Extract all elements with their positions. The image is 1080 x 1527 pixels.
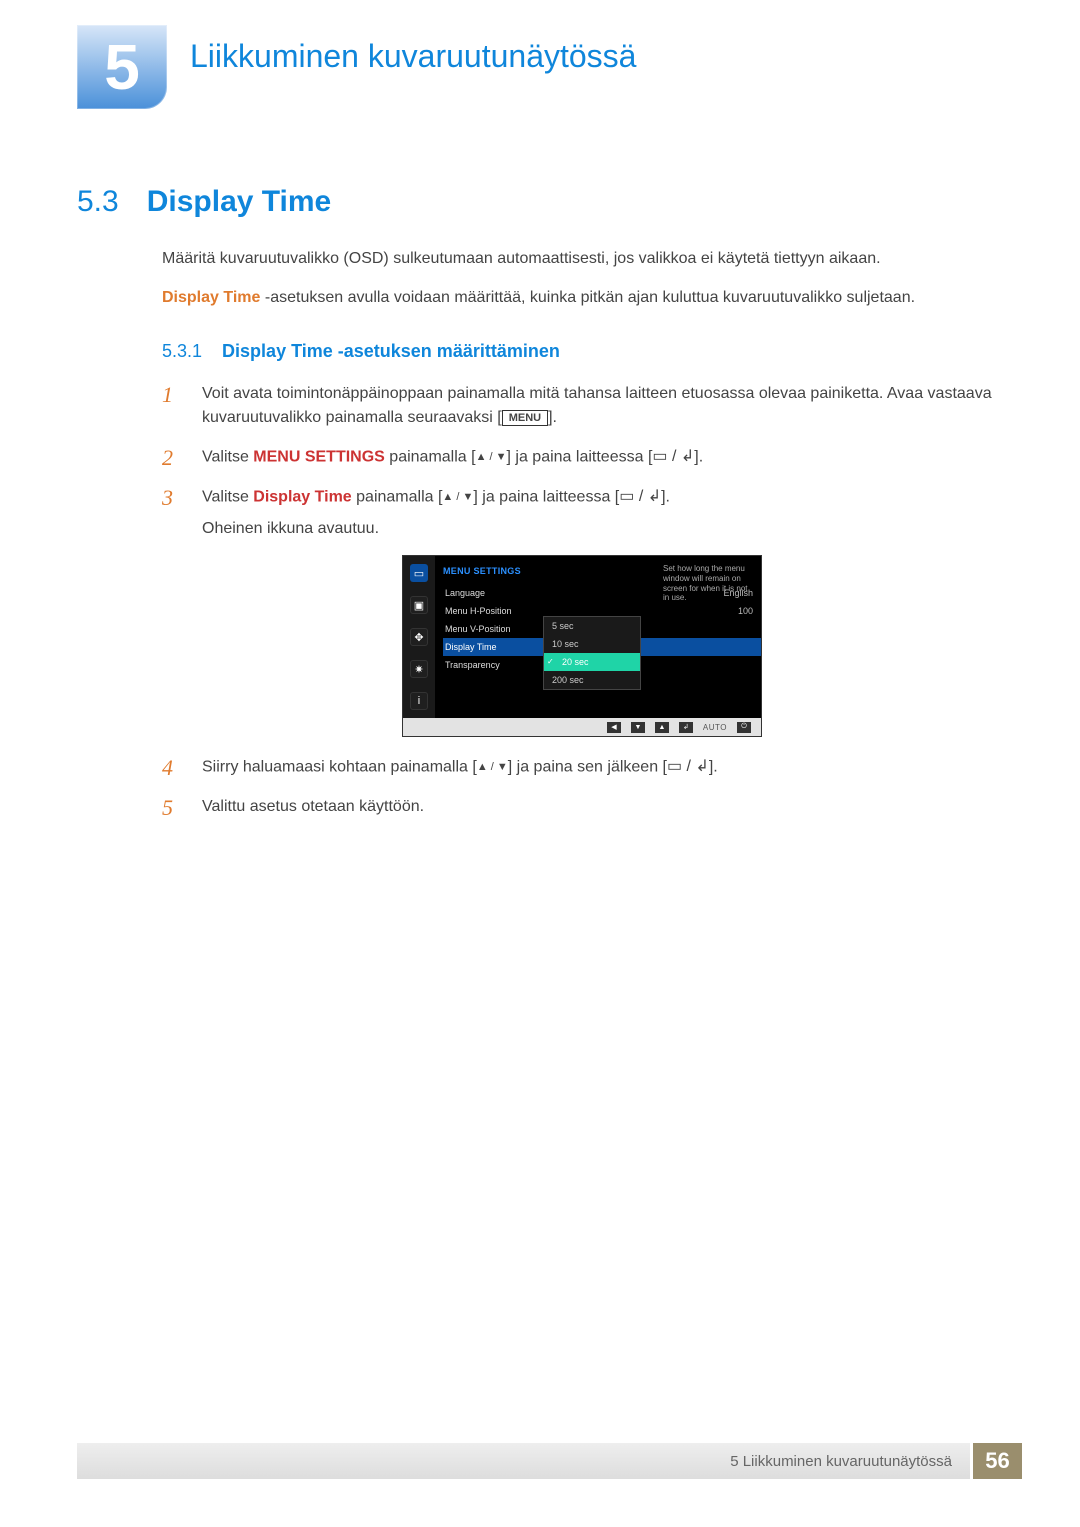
box-enter-icon: ▭ / ↲ [652, 445, 694, 470]
step-5-body: Valittu asetus otetaan käyttöön. [202, 795, 1003, 821]
up-arrow-icon: ▲ [655, 722, 669, 733]
box-enter-icon: ▭ / ↲ [619, 485, 661, 510]
up-down-triangle-icon: ▲ / ▼ [476, 449, 507, 466]
step-3-text-a: Valitse [202, 489, 253, 506]
section-number: 5.3 [77, 185, 119, 219]
step-number-3: 3 [162, 485, 182, 541]
picture-icon: ▣ [410, 596, 428, 614]
menu-button-pill: MENU [502, 410, 548, 426]
osd-popup: 5 sec10 sec20 sec200 sec [543, 616, 641, 690]
power-icon: ⏻ [737, 722, 751, 733]
up-down-triangle-icon: ▲ / ▼ [477, 759, 508, 776]
step-2-text-a: Valitse [202, 449, 253, 466]
subsection-title: Display Time -asetuksen määrittäminen [222, 341, 560, 362]
step-2-text-d: ]. [694, 449, 703, 466]
intro-paragraph-1: Määritä kuvaruutuvalikko (OSD) sulkeutum… [162, 247, 1003, 272]
gear-icon: ✷ [410, 660, 428, 678]
step-1-text-b: ]. [548, 409, 557, 426]
intro-lead-term: Display Time [162, 289, 260, 306]
osd-sidebar: ▭ ▣ ✥ ✷ i [403, 556, 435, 718]
osd-popup-option: 200 sec [544, 671, 640, 689]
step-1-body: Voit avata toimintonäppäinoppaan painama… [202, 382, 1003, 432]
left-arrow-icon: ◀ [607, 722, 621, 733]
step-number-4: 4 [162, 755, 182, 781]
intro-paragraph-2: Display Time -asetuksen avulla voidaan m… [162, 286, 1003, 311]
osd-tip: Set how long the menu window will remain… [663, 564, 755, 602]
step-2-text-b: painamalla [ [385, 449, 476, 466]
step-2-body: Valitse MENU SETTINGS painamalla [▲ / ▼]… [202, 445, 1003, 471]
step-3-text-d: ]. [661, 489, 670, 506]
page-number: 56 [970, 1443, 1022, 1479]
step-4-body: Siirry haluamaasi kohtaan painamalla [▲ … [202, 755, 1003, 781]
page-footer: 5 Liikkuminen kuvaruutunäytössä 56 [77, 1443, 1022, 1479]
step-4-text-b: ] ja paina sen jälkeen [ [508, 759, 667, 776]
osd-popup-option: 10 sec [544, 635, 640, 653]
step-3-extra: Oheinen ikkuna avautuu. [202, 517, 1003, 542]
step-number-1: 1 [162, 382, 182, 432]
osd-popup-option: 5 sec [544, 617, 640, 635]
osd-bottom-bar: ◀ ▼ ▲ ↲ AUTO ⏻ [403, 718, 761, 736]
step-3-text-b: painamalla [ [352, 489, 443, 506]
chapter-title: Liikkuminen kuvaruutunäytössä [190, 38, 636, 75]
osd-screenshot: ▭ ▣ ✥ ✷ i MENU SETTINGS LanguageEnglishM… [402, 555, 1003, 737]
enter-icon: ↲ [679, 722, 693, 733]
footer-breadcrumb: 5 Liikkuminen kuvaruutunäytössä [730, 1453, 952, 1470]
osd-popup-option: 20 sec [544, 653, 640, 671]
step-1-text-a: Voit avata toimintonäppäinoppaan painama… [202, 385, 992, 427]
box-enter-icon: ▭ / ↲ [667, 755, 709, 780]
step-number-2: 2 [162, 445, 182, 471]
down-arrow-icon: ▼ [631, 722, 645, 733]
up-down-triangle-icon: ▲ / ▼ [442, 489, 473, 506]
step-3-body: Valitse Display Time painamalla [▲ / ▼] … [202, 485, 1003, 541]
step-2-text-c: ] ja paina laitteessa [ [507, 449, 653, 466]
move-icon: ✥ [410, 628, 428, 646]
step-4-text-c: ]. [709, 759, 718, 776]
info-icon: i [410, 692, 428, 710]
step-number-5: 5 [162, 795, 182, 821]
monitor-icon: ▭ [410, 564, 428, 582]
step-3-bold: Display Time [253, 489, 351, 506]
step-2-bold: MENU SETTINGS [253, 449, 385, 466]
chapter-number-badge: 5 [77, 25, 167, 109]
step-3-text-c: ] ja paina laitteessa [ [473, 489, 619, 506]
auto-label: AUTO [703, 723, 727, 732]
section-title: Display Time [147, 185, 332, 219]
intro-rest: -asetuksen avulla voidaan määrittää, kui… [260, 289, 915, 306]
subsection-number: 5.3.1 [162, 341, 202, 362]
step-4-text-a: Siirry haluamaasi kohtaan painamalla [ [202, 759, 477, 776]
